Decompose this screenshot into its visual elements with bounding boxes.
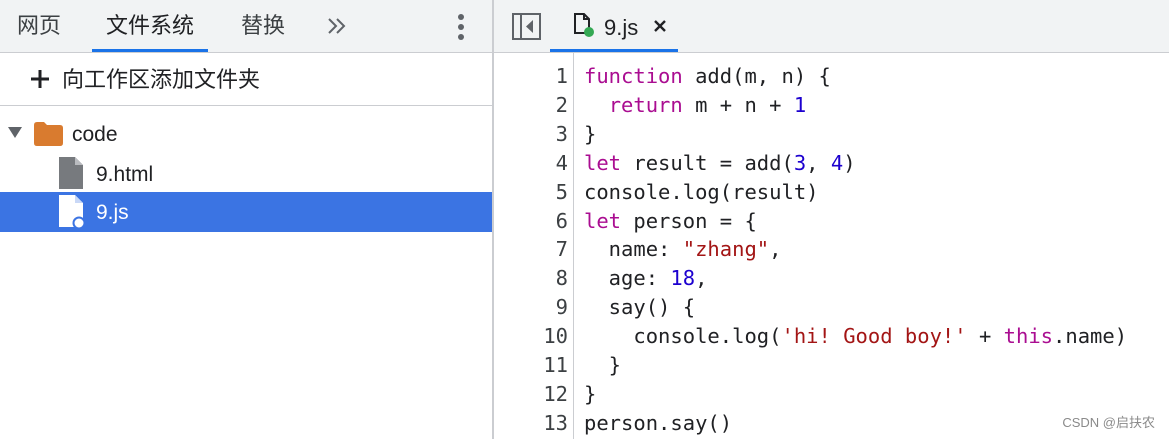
code-text: name: "zhang", bbox=[584, 237, 782, 262]
code-text: } bbox=[584, 121, 597, 146]
add-folder-label: 向工作区添加文件夹 bbox=[62, 68, 261, 93]
watermark: CSDN @启扶农 bbox=[1062, 415, 1155, 430]
code-line[interactable]: 1 function add(m, n) { bbox=[494, 62, 1169, 91]
line-number: 9 bbox=[555, 295, 568, 320]
code-text: let result = add(3, 4) bbox=[584, 150, 856, 175]
file-modified-icon bbox=[574, 13, 594, 37]
code-editor[interactable]: 1 function add(m, n) {2 return m + n + 13… bbox=[494, 53, 1169, 439]
code-text: function add(m, n) { bbox=[584, 64, 831, 88]
code-text: person.say() bbox=[584, 410, 733, 435]
triangle-down-icon[interactable] bbox=[8, 127, 22, 139]
line-number: 3 bbox=[555, 121, 568, 146]
add-folder-to-workspace-button[interactable]: 向工作区添加文件夹 bbox=[0, 53, 492, 106]
tab-overrides[interactable]: 替换 bbox=[241, 0, 285, 52]
plus-icon bbox=[31, 70, 49, 88]
code-text: say() { bbox=[584, 295, 696, 320]
code-line[interactable]: 6 let person = { bbox=[494, 207, 1169, 236]
line-number: 8 bbox=[555, 266, 568, 291]
editor-panel: 9.js 1 function add(m, n) { 2 return m + n… bbox=[494, 0, 1169, 439]
folder-icon bbox=[34, 122, 63, 146]
code-text: console.log(result) bbox=[584, 179, 819, 204]
tree-folder-code[interactable]: code bbox=[0, 114, 492, 154]
line-number: 7 bbox=[555, 237, 568, 262]
folder-label: code bbox=[72, 123, 118, 146]
code-line[interactable]: 7 name: "zhang", bbox=[494, 235, 1169, 264]
double-chevron-right-icon[interactable] bbox=[326, 16, 348, 36]
editor-tab-9-js[interactable]: 9.js bbox=[550, 0, 678, 52]
file-label: 9.js bbox=[96, 201, 129, 224]
editor-tab-label: 9.js bbox=[604, 15, 639, 40]
line-number: 5 bbox=[555, 179, 568, 204]
code-line[interactable]: 9 say() { bbox=[494, 293, 1169, 322]
kebab-menu-icon[interactable] bbox=[454, 12, 468, 42]
code-line[interactable]: 5 console.log(result) bbox=[494, 178, 1169, 207]
file-icon bbox=[59, 157, 83, 189]
line-number: 12 bbox=[543, 381, 568, 406]
tree-file-9-html[interactable]: 9.html bbox=[0, 154, 492, 194]
code-line[interactable]: 12} bbox=[494, 380, 1169, 409]
code-text: age: 18, bbox=[584, 266, 708, 291]
navigator-tabbar: 网页 文件系统 替换 bbox=[0, 0, 492, 53]
navigator-panel: 网页 文件系统 替换 向工作区添加文件夹 code 9.html 9.js bbox=[0, 0, 492, 439]
tree-file-9-js[interactable]: 9.js bbox=[0, 192, 492, 232]
line-number: 1 bbox=[555, 64, 568, 88]
code-text: } bbox=[584, 381, 597, 406]
line-number: 4 bbox=[555, 150, 568, 175]
code-line[interactable]: 10 console.log('hi! Good boy!' + this.na… bbox=[494, 322, 1169, 351]
line-number: 6 bbox=[555, 208, 568, 233]
toggle-sidebar-icon[interactable] bbox=[512, 13, 541, 40]
line-number: 11 bbox=[543, 353, 568, 377]
code-line[interactable]: 11 } bbox=[494, 351, 1169, 380]
line-number: 13 bbox=[543, 410, 568, 435]
file-modified-icon bbox=[59, 195, 86, 230]
code-text: } bbox=[584, 353, 622, 377]
tab-page[interactable]: 网页 bbox=[17, 0, 61, 52]
code-line[interactable]: 8 age: 18, bbox=[494, 264, 1169, 293]
code-text: console.log('hi! Good boy!' + this.name) bbox=[584, 324, 1128, 349]
code-text: let person = { bbox=[584, 208, 757, 233]
code-line[interactable]: 3} bbox=[494, 120, 1169, 149]
tab-filesystem[interactable]: 文件系统 bbox=[91, 0, 209, 52]
line-number: 2 bbox=[555, 92, 568, 117]
code-text: return m + n + 1 bbox=[608, 92, 807, 117]
code-line[interactable]: 4 let result = add(3, 4) bbox=[494, 149, 1169, 178]
editor-tabbar: 9.js bbox=[494, 0, 1169, 53]
file-label: 9.html bbox=[96, 163, 154, 186]
close-icon[interactable] bbox=[652, 18, 668, 34]
line-number: 10 bbox=[543, 324, 568, 349]
code-line[interactable]: 2 return m + n + 1 bbox=[494, 91, 1169, 120]
